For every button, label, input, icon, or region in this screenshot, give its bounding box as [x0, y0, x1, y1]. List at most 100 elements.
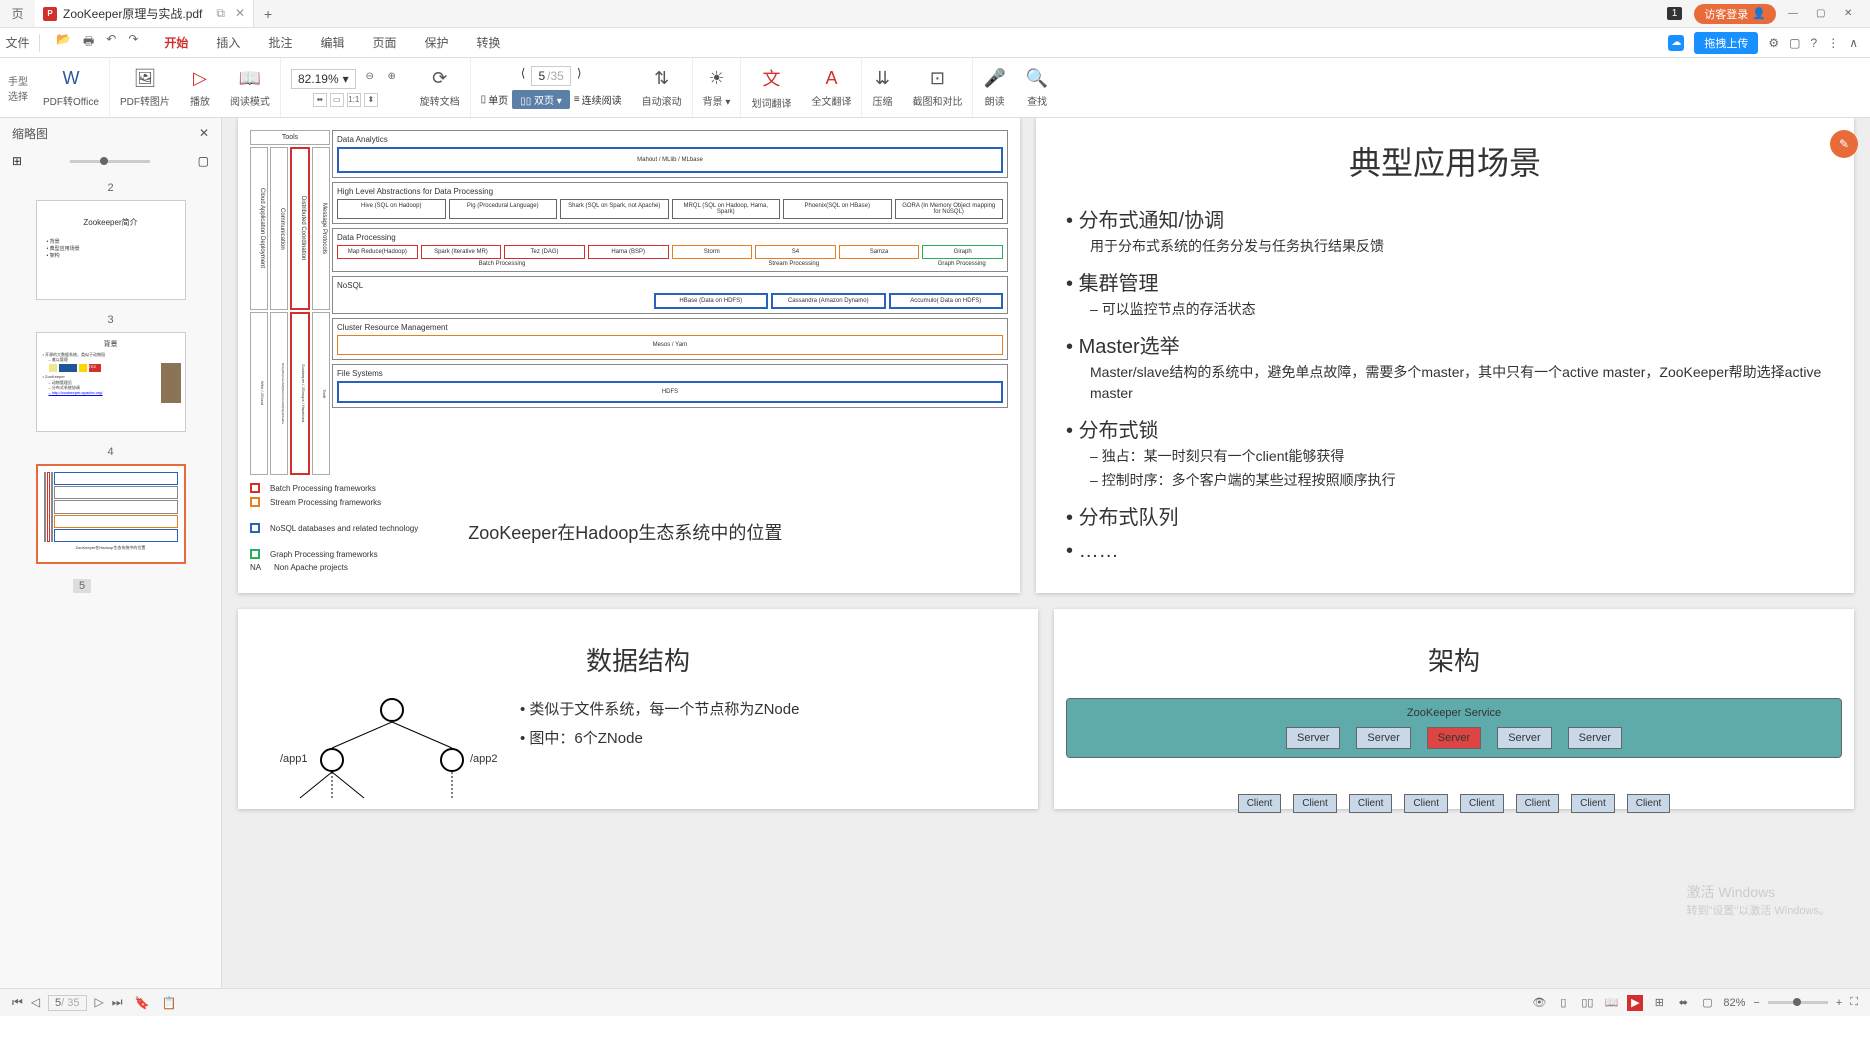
bg-icon: ☀: [708, 68, 724, 89]
prev-page-icon[interactable]: ⟨: [521, 66, 526, 86]
view-fit-icon[interactable]: ⬌: [1675, 995, 1691, 1011]
expand-icon[interactable]: ∧: [1849, 36, 1858, 50]
home-tab[interactable]: 页: [0, 0, 35, 27]
thumb-large-icon[interactable]: ▢: [198, 154, 209, 168]
view-single-icon[interactable]: ▯: [1555, 995, 1571, 1011]
next-page-icon[interactable]: ⟩: [577, 66, 582, 86]
menu-insert[interactable]: 插入: [202, 34, 254, 51]
clipboard-icon[interactable]: 📋: [162, 996, 177, 1010]
trans-icon: A: [825, 68, 837, 89]
single-page-button[interactable]: ▯单页: [481, 90, 509, 109]
rotate-button[interactable]: ⟳ 旋转文档: [410, 58, 471, 117]
thumb-size-slider[interactable]: [70, 160, 150, 163]
zoom-level[interactable]: 82%: [1723, 997, 1745, 1009]
status-page-input[interactable]: 5/ 35: [48, 995, 86, 1011]
zoom-out-icon[interactable]: ⊖: [362, 69, 378, 85]
content-area[interactable]: ✎ Tools Cloud Application Deployment Com…: [222, 118, 1870, 988]
view-book-icon[interactable]: 📖: [1603, 995, 1619, 1011]
file-menu[interactable]: 文件: [0, 34, 35, 51]
tab-restore-icon[interactable]: ⧉: [216, 6, 225, 21]
search-icon: 🔍: [1026, 68, 1048, 89]
eye-icon[interactable]: 👁: [1531, 995, 1547, 1011]
play-button[interactable]: ▷ 播放: [180, 58, 220, 117]
menu-edit[interactable]: 编辑: [306, 34, 358, 51]
pdf-office-button[interactable]: W PDF转Office: [33, 58, 110, 117]
zoom-input[interactable]: 82.19%▾: [291, 69, 356, 89]
login-button[interactable]: 访客登录👤: [1694, 4, 1776, 24]
find-button[interactable]: 🔍 查找: [1016, 58, 1058, 117]
full-trans-button[interactable]: A 全文翻译: [801, 58, 862, 117]
menu-start[interactable]: 开始: [150, 34, 202, 51]
float-action-button[interactable]: ✎: [1830, 130, 1858, 158]
view-slide-icon[interactable]: ▶: [1627, 995, 1643, 1011]
thumb-grid-icon[interactable]: ⊞: [12, 154, 22, 168]
document-tab[interactable]: P ZooKeeper原理与实战.pdf ⧉ ✕: [35, 0, 254, 27]
close-button[interactable]: ✕: [1844, 8, 1860, 19]
settings-icon[interactable]: ⚙: [1768, 36, 1779, 50]
menu-annotate[interactable]: 批注: [254, 34, 306, 51]
menu-convert[interactable]: 转换: [463, 34, 515, 51]
zoom-slider[interactable]: [1768, 1001, 1828, 1004]
first-page-icon[interactable]: ⏮: [12, 995, 23, 1011]
pdf-icon: P: [43, 7, 57, 21]
last-page-icon[interactable]: ⏭: [112, 995, 123, 1011]
page-input[interactable]: 5/35: [531, 66, 570, 86]
thumbnail-3[interactable]: 背景 • 开源的大数据系统，类似于动物园 – 难以管理 TEZ • ZooKee…: [36, 332, 186, 432]
menubar: 文件 📂 🖶 ↶ ↷ 开始 插入 批注 编辑 页面 保护 转换 ☁ 拖拽上传 ⚙…: [0, 28, 1870, 58]
thumbnail-4[interactable]: ZooKeeper在Hadoop生态系统中的位置: [36, 464, 186, 564]
dict-trans-button[interactable]: 文 划词翻译: [741, 58, 801, 117]
pdf-page-6: 数据结构 /app1 /app2: [238, 609, 1038, 809]
thumb-num-5: 5: [73, 579, 91, 593]
crop-button[interactable]: ⊡ 截图和对比: [902, 58, 973, 117]
fit-width-icon[interactable]: ⬌: [313, 93, 327, 107]
actual-size-icon[interactable]: 1:1: [347, 93, 361, 107]
tool-left-label: 手型 选择: [8, 73, 33, 103]
thumbnail-2[interactable]: Zookeeper简介 • 背景 • 典型应用场景 • 架构: [36, 200, 186, 300]
notification-badge[interactable]: 1: [1667, 7, 1683, 20]
fit-page-icon[interactable]: ▭: [330, 93, 344, 107]
word-icon: W: [62, 68, 79, 89]
zoom-out-status-icon[interactable]: −: [1753, 997, 1759, 1009]
close-panel-icon[interactable]: ✕: [199, 126, 209, 140]
read-mode-button[interactable]: 📖 阅读模式: [220, 58, 281, 117]
tab-close-icon[interactable]: ✕: [235, 6, 245, 21]
open-icon[interactable]: 📂: [56, 32, 71, 53]
undo-icon[interactable]: ↶: [106, 32, 116, 53]
double-page-button[interactable]: ▯▯ 双页 ▾: [512, 90, 570, 109]
fullscreen-icon[interactable]: ⛶: [1850, 996, 1858, 1009]
bookmark-icon[interactable]: 🔖: [135, 996, 150, 1010]
background-button[interactable]: ☀ 背景 ▾: [693, 58, 742, 117]
menu-protect[interactable]: 保护: [410, 34, 462, 51]
upload-button[interactable]: 拖拽上传: [1694, 32, 1758, 54]
play-icon: ▷: [193, 68, 207, 89]
scroll-icon: ⇅: [654, 68, 669, 89]
zoom-in-icon[interactable]: ⊕: [384, 69, 400, 85]
auto-scroll-button[interactable]: ⇅ 自动滚动: [632, 58, 693, 117]
thumb-num-2: 2: [8, 182, 213, 194]
statusbar: ⏮ ◁ 5/ 35 ▷ ⏭ 🔖 📋 👁 ▯ ▯▯ 📖 ▶ ⊞ ⬌ ▢ 82% −…: [0, 988, 1870, 1016]
skin-icon[interactable]: ▢: [1789, 36, 1800, 50]
more-icon[interactable]: ⋮: [1827, 36, 1839, 50]
view-grid-icon[interactable]: ⊞: [1651, 995, 1667, 1011]
cloud-icon[interactable]: ☁: [1668, 35, 1684, 51]
add-tab-button[interactable]: +: [254, 6, 282, 22]
mic-icon: 🎤: [983, 68, 1005, 89]
help-icon[interactable]: ?: [1811, 36, 1818, 50]
page5-title: 典型应用场景: [1066, 138, 1824, 184]
prev-page-icon-status[interactable]: ◁: [31, 995, 40, 1011]
zoom-in-status-icon[interactable]: +: [1836, 997, 1842, 1009]
minimize-button[interactable]: —: [1788, 8, 1804, 19]
fit-height-icon[interactable]: ⬍: [364, 93, 378, 107]
continuous-button[interactable]: ≡连续阅读: [574, 90, 622, 109]
next-page-icon-status[interactable]: ▷: [95, 995, 104, 1011]
view-page-icon[interactable]: ▢: [1699, 995, 1715, 1011]
compress-button[interactable]: ⇊ 压缩: [862, 58, 902, 117]
menu-page[interactable]: 页面: [358, 34, 410, 51]
redo-icon[interactable]: ↷: [128, 32, 138, 53]
pdf-image-button[interactable]: 🖼 PDF转图片: [110, 58, 180, 117]
dict-icon: 文: [762, 65, 780, 91]
read-aloud-button[interactable]: 🎤 朗读: [973, 58, 1015, 117]
view-double-icon[interactable]: ▯▯: [1579, 995, 1595, 1011]
maximize-button[interactable]: ▢: [1816, 8, 1832, 19]
print-icon[interactable]: 🖶: [83, 32, 94, 53]
